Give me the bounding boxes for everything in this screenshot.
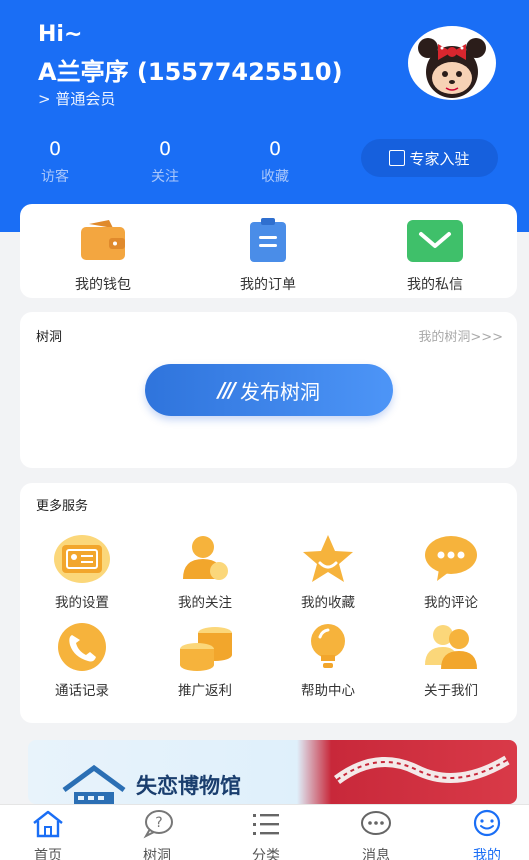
tab-label: 我的 xyxy=(473,848,501,860)
service-label: 推广返利 xyxy=(178,683,232,699)
tab-label: 首页 xyxy=(34,848,62,860)
stat-favorites[interactable]: 0 收藏 xyxy=(245,138,305,186)
message-icon xyxy=(361,811,391,835)
private-message-button[interactable]: 我的私信 xyxy=(390,218,480,294)
id-card-icon xyxy=(54,535,110,583)
tab-mine[interactable]: 我的 xyxy=(452,809,522,860)
stat-value: 0 xyxy=(158,138,172,160)
bottom-tab-bar: 首页 ? 树洞 分类 消息 我的 xyxy=(0,804,529,860)
museum-icon xyxy=(62,764,126,804)
question-bubble-icon: ? xyxy=(143,810,173,839)
phone-icon xyxy=(58,623,106,671)
service-label: 帮助中心 xyxy=(301,683,355,699)
mail-icon xyxy=(407,220,463,262)
user-follow-icon xyxy=(183,536,228,580)
stat-visitors[interactable]: 0 访客 xyxy=(25,138,85,186)
expert-join-label: 专家入驻 xyxy=(409,149,470,168)
coins-icon xyxy=(180,627,232,671)
category-list-icon xyxy=(253,814,279,835)
home-icon xyxy=(33,810,63,838)
avatar-cartoon-icon xyxy=(418,38,486,98)
username: A兰亭序 (15577425510) xyxy=(38,58,343,86)
favorites-button[interactable]: 我的收藏 xyxy=(278,533,378,611)
quick-action-label: 我的钱包 xyxy=(75,277,131,293)
tab-category[interactable]: 分类 xyxy=(231,809,301,860)
service-label: 我的关注 xyxy=(178,595,232,611)
promo-banner[interactable]: 失恋博物馆 xyxy=(28,740,517,804)
tab-messages[interactable]: 消息 xyxy=(341,809,411,860)
quick-actions-card: 我的钱包 我的订单 我的私信 xyxy=(20,204,517,298)
service-label: 我的设置 xyxy=(55,595,109,611)
service-label: 我的收藏 xyxy=(301,595,355,611)
help-center-button[interactable]: 帮助中心 xyxy=(278,621,378,699)
lightbulb-icon xyxy=(311,624,345,668)
slashes-icon: /// xyxy=(218,378,236,402)
member-level[interactable]: > 普通会员 xyxy=(38,88,115,109)
team-icon xyxy=(425,625,477,669)
about-us-button[interactable]: 关于我们 xyxy=(401,621,501,699)
stat-value: 0 xyxy=(48,138,62,160)
my-tree-hole-link[interactable]: 我的树洞>>> xyxy=(418,326,503,345)
quick-action-label: 我的私信 xyxy=(407,277,463,293)
stat-following[interactable]: 0 关注 xyxy=(135,138,195,186)
more-services-card: 更多服务 我的设置 我的关注 我的收藏 我的评论 通话记录 推广返利 帮助中心 … xyxy=(20,483,517,723)
svg-text:?: ? xyxy=(155,815,162,831)
comment-icon xyxy=(425,536,477,581)
publish-label: 发布树洞 xyxy=(239,379,320,404)
avatar[interactable] xyxy=(408,26,496,100)
service-label: 通话记录 xyxy=(55,683,109,699)
tab-tree-hole[interactable]: ? 树洞 xyxy=(122,809,192,860)
stat-label: 访客 xyxy=(41,169,69,185)
order-button[interactable]: 我的订单 xyxy=(223,218,313,294)
wallet-button[interactable]: 我的钱包 xyxy=(58,218,148,294)
stat-label: 收藏 xyxy=(261,169,289,185)
tab-home[interactable]: 首页 xyxy=(13,809,83,860)
section-title: 树洞 xyxy=(36,330,63,345)
tab-label: 树洞 xyxy=(143,848,171,860)
quick-action-label: 我的订单 xyxy=(240,277,296,293)
stat-value: 0 xyxy=(268,138,282,160)
comments-button[interactable]: 我的评论 xyxy=(401,533,501,611)
tree-hole-card: 树洞 我的树洞>>> /// 发布树洞 xyxy=(20,312,517,468)
section-title: 更多服务 xyxy=(36,499,89,514)
star-icon xyxy=(303,535,353,582)
settings-button[interactable]: 我的设置 xyxy=(32,533,132,611)
order-icon xyxy=(250,218,286,262)
profile-icon xyxy=(473,809,501,837)
ribbon-bow-icon xyxy=(334,755,510,785)
stat-label: 关注 xyxy=(151,169,179,185)
expert-join-button[interactable]: 专家入驻 xyxy=(361,139,498,177)
publish-tree-hole-button[interactable]: /// 发布树洞 xyxy=(145,364,393,416)
wallet-icon xyxy=(81,220,125,260)
profile-header: Hi~ A兰亭序 (15577425510) > 普通会员 0 访客 0 关注 … xyxy=(0,0,529,232)
service-label: 我的评论 xyxy=(424,595,478,611)
call-records-button[interactable]: 通话记录 xyxy=(32,621,132,699)
tab-label: 消息 xyxy=(362,848,390,860)
greeting: Hi~ xyxy=(38,22,83,47)
banner-title: 失恋博物馆 xyxy=(136,774,241,798)
checkbox-icon xyxy=(389,150,406,166)
following-button[interactable]: 我的关注 xyxy=(155,533,255,611)
service-label: 关于我们 xyxy=(424,683,478,699)
tab-label: 分类 xyxy=(252,848,280,860)
referral-rebate-button[interactable]: 推广返利 xyxy=(155,621,255,699)
